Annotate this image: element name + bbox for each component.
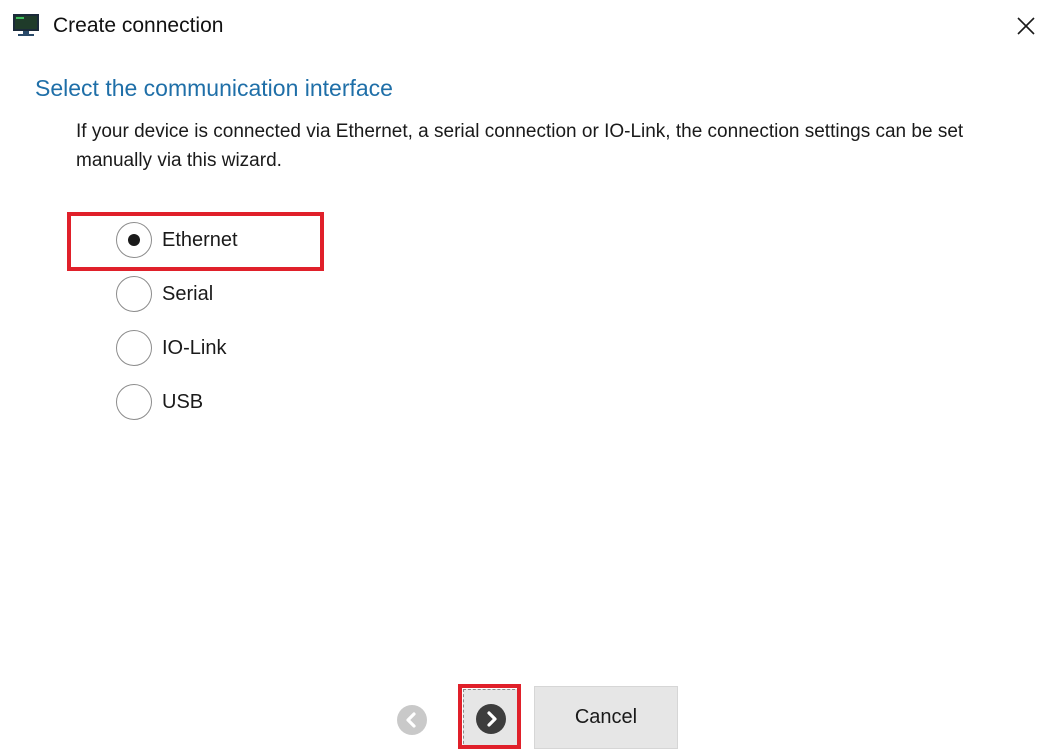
chevron-left-icon xyxy=(406,712,416,728)
description-text: If your device is connected via Ethernet… xyxy=(76,121,964,171)
chevron-right-icon xyxy=(487,711,497,727)
radio-option-io-link[interactable]: IO-Link xyxy=(116,328,336,368)
page-heading: Select the communication interface xyxy=(35,75,393,101)
monitor-icon xyxy=(13,14,39,36)
radio-label-serial: Serial xyxy=(162,282,214,305)
radio-dot xyxy=(128,234,140,246)
next-button[interactable] xyxy=(471,699,511,739)
back-button[interactable] xyxy=(392,700,432,740)
close-icon xyxy=(1017,17,1035,35)
radio-button[interactable] xyxy=(116,330,152,366)
radio-button[interactable] xyxy=(116,384,152,420)
title-bar: Create connection xyxy=(0,0,1049,52)
radio-label-usb: USB xyxy=(162,390,204,413)
radio-option-ethernet[interactable]: Ethernet xyxy=(116,220,336,260)
cancel-button[interactable]: Cancel xyxy=(534,686,678,749)
radio-button-selected[interactable] xyxy=(116,222,152,258)
radio-button[interactable] xyxy=(116,276,152,312)
radio-label-io-link: IO-Link xyxy=(162,336,227,359)
radio-option-usb[interactable]: USB xyxy=(116,382,336,422)
radio-option-serial[interactable]: Serial xyxy=(116,274,336,314)
radio-label-ethernet: Ethernet xyxy=(162,228,238,251)
create-connection-dialog: Create connection Select the communicati… xyxy=(0,0,1049,749)
close-button[interactable] xyxy=(1010,10,1042,42)
window-title: Create connection xyxy=(53,14,224,37)
